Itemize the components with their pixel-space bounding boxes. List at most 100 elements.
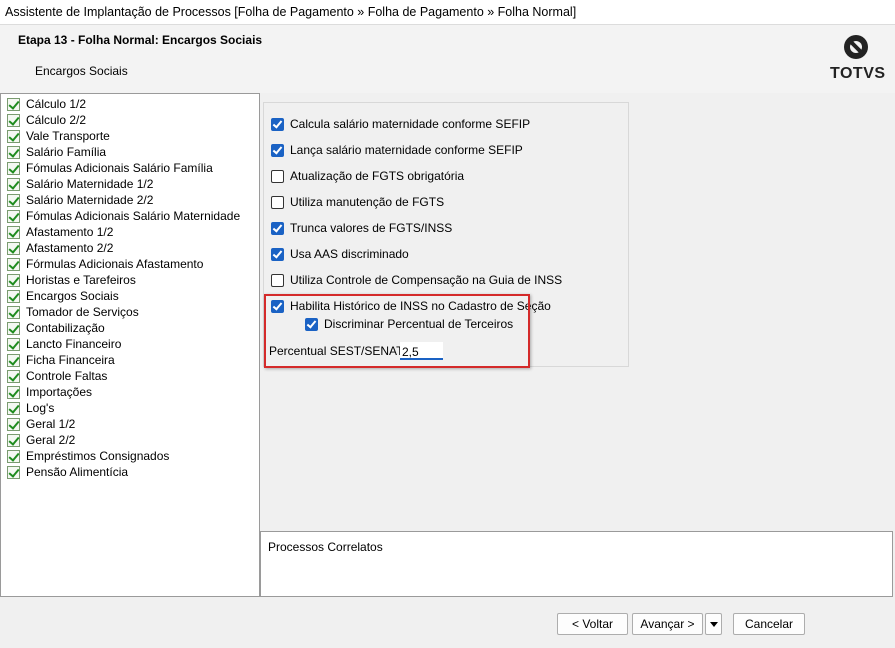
- check-icon: [7, 289, 20, 303]
- check-icon: [7, 369, 20, 383]
- sest-senat-input[interactable]: 2,5: [400, 342, 443, 360]
- option-label: Calcula salário maternidade conforme SEF…: [290, 117, 531, 131]
- wizard-footer: < Voltar Avançar > Cancelar: [0, 597, 895, 648]
- tree-item[interactable]: Salário Maternidade 2/2: [1, 192, 259, 208]
- tree-item-label: Geral 1/2: [26, 417, 76, 431]
- option-checkbox[interactable]: [271, 195, 284, 209]
- tree-item[interactable]: Cálculo 2/2: [1, 112, 259, 128]
- tree-item-label: Salário Família: [26, 145, 107, 159]
- tree-item[interactable]: Empréstimos Consignados: [1, 448, 259, 464]
- tree-item-label: Salário Maternidade 2/2: [26, 193, 154, 207]
- tree-item[interactable]: Encargos Sociais: [1, 288, 259, 304]
- tree-item-label: Controle Faltas: [26, 369, 108, 383]
- option-label: Utiliza manutenção de FGTS: [290, 195, 445, 209]
- tree-item-label: Pensão Alimentícia: [26, 465, 129, 479]
- tree-item-label: Cálculo 2/2: [26, 113, 87, 127]
- back-button[interactable]: < Voltar: [557, 613, 628, 635]
- tree-item[interactable]: Vale Transporte: [1, 128, 259, 144]
- related-processes-label: Processos Correlatos: [268, 540, 383, 554]
- check-icon: [7, 385, 20, 399]
- option-checkbox-row[interactable]: Trunca valores de FGTS/INSS: [271, 221, 452, 235]
- tree-item[interactable]: Cálculo 1/2: [1, 96, 259, 112]
- tree-item-label: Geral 2/2: [26, 433, 76, 447]
- tree-item[interactable]: Geral 2/2: [1, 432, 259, 448]
- tree-item[interactable]: Tomador de Serviços: [1, 304, 259, 320]
- option-checkbox-row[interactable]: Lança salário maternidade conforme SEFIP: [271, 143, 523, 157]
- next-button[interactable]: Avançar >: [632, 613, 703, 635]
- step-subtitle: Encargos Sociais: [35, 64, 128, 78]
- sest-senat-label: Percentual SEST/SENAT:: [269, 344, 406, 358]
- option-label: Usa AAS discriminado: [290, 247, 409, 261]
- tree-item[interactable]: Ficha Financeira: [1, 352, 259, 368]
- option-checkbox[interactable]: [271, 117, 284, 131]
- tree-item[interactable]: Importações: [1, 384, 259, 400]
- option-label: Utiliza Controle de Compensação na Guia …: [290, 273, 563, 287]
- tree-item-label: Afastamento 1/2: [26, 225, 114, 239]
- tree-item[interactable]: Salário Maternidade 1/2: [1, 176, 259, 192]
- tree-item[interactable]: Lancto Financeiro: [1, 336, 259, 352]
- option-checkbox-row[interactable]: Utiliza manutenção de FGTS: [271, 195, 444, 209]
- option-checkbox-row[interactable]: Calcula salário maternidade conforme SEF…: [271, 117, 530, 131]
- totvs-logo-icon: [844, 35, 868, 59]
- tree-item-label: Fómulas Adicionais Salário Maternidade: [26, 209, 241, 223]
- option-checkbox[interactable]: [271, 169, 284, 183]
- tree-item[interactable]: Salário Família: [1, 144, 259, 160]
- tree-item-label: Cálculo 1/2: [26, 97, 87, 111]
- option-checkbox[interactable]: [271, 273, 284, 287]
- tree-item-label: Encargos Sociais: [26, 289, 119, 303]
- tree-item[interactable]: Fómulas Adicionais Salário Maternidade: [1, 208, 259, 224]
- tree-item[interactable]: Horistas e Tarefeiros: [1, 272, 259, 288]
- tree-item-label: Salário Maternidade 1/2: [26, 177, 154, 191]
- tree-item-label: Importações: [26, 385, 93, 399]
- tree-item-label: Fómulas Adicionais Salário Família: [26, 161, 213, 175]
- option-checkbox-row[interactable]: Usa AAS discriminado: [271, 247, 409, 261]
- step-title: Etapa 13 - Folha Normal: Encargos Sociai…: [18, 33, 263, 47]
- check-icon: [7, 401, 20, 415]
- tree-item[interactable]: Afastamento 2/2: [1, 240, 259, 256]
- check-icon: [7, 337, 20, 351]
- option-checkbox[interactable]: [271, 221, 284, 235]
- option-checkbox-row[interactable]: Atualização de FGTS obrigatória: [271, 169, 464, 183]
- next-dropdown-button[interactable]: [705, 613, 722, 635]
- check-icon: [7, 225, 20, 239]
- check-icon: [7, 129, 20, 143]
- tree-item-label: Lancto Financeiro: [26, 337, 122, 351]
- tree-item-label: Horistas e Tarefeiros: [26, 273, 136, 287]
- tree-item-label: Log's: [26, 401, 55, 415]
- options-panel: Calcula salário maternidade conforme SEF…: [260, 93, 893, 531]
- cancel-button[interactable]: Cancelar: [733, 613, 805, 635]
- check-icon: [7, 241, 20, 255]
- tree-item-label: Afastamento 2/2: [26, 241, 114, 255]
- option-label: Atualização de FGTS obrigatória: [290, 169, 465, 183]
- check-icon: [7, 257, 20, 271]
- tree-item-label: Tomador de Serviços: [26, 305, 139, 319]
- window-title: Assistente de Implantação de Processos […: [0, 0, 895, 25]
- check-icon: [7, 465, 20, 479]
- check-icon: [7, 145, 20, 159]
- tree-item[interactable]: Fórmulas Adicionais Afastamento: [1, 256, 259, 272]
- tree-item[interactable]: Log's: [1, 400, 259, 416]
- option-checkbox[interactable]: [271, 143, 284, 157]
- check-icon: [7, 97, 20, 111]
- check-icon: [7, 353, 20, 367]
- tree-item[interactable]: Geral 1/2: [1, 416, 259, 432]
- related-processes-panel: Processos Correlatos: [260, 531, 893, 597]
- tree-item[interactable]: Pensão Alimentícia: [1, 464, 259, 480]
- tree-item[interactable]: Contabilização: [1, 320, 259, 336]
- wizard-header: Etapa 13 - Folha Normal: Encargos Sociai…: [0, 25, 895, 93]
- check-icon: [7, 305, 20, 319]
- check-icon: [7, 273, 20, 287]
- tree-item[interactable]: Controle Faltas: [1, 368, 259, 384]
- tree-item[interactable]: Afastamento 1/2: [1, 224, 259, 240]
- tree-item[interactable]: Fómulas Adicionais Salário Família: [1, 160, 259, 176]
- totvs-logo: TOTVS: [828, 35, 886, 85]
- tree-item-label: Empréstimos Consignados: [26, 449, 170, 463]
- tree-item-label: Ficha Financeira: [26, 353, 115, 367]
- option-checkbox-row[interactable]: Utiliza Controle de Compensação na Guia …: [271, 273, 562, 287]
- check-icon: [7, 193, 20, 207]
- check-icon: [7, 433, 20, 447]
- option-checkbox[interactable]: [271, 247, 284, 261]
- totvs-logo-text: TOTVS: [830, 65, 886, 82]
- steps-tree[interactable]: Cálculo 1/2 Cálculo 2/2 Vale Transporte Sal…: [0, 93, 260, 597]
- option-label: Lança salário maternidade conforme SEFIP: [290, 143, 523, 157]
